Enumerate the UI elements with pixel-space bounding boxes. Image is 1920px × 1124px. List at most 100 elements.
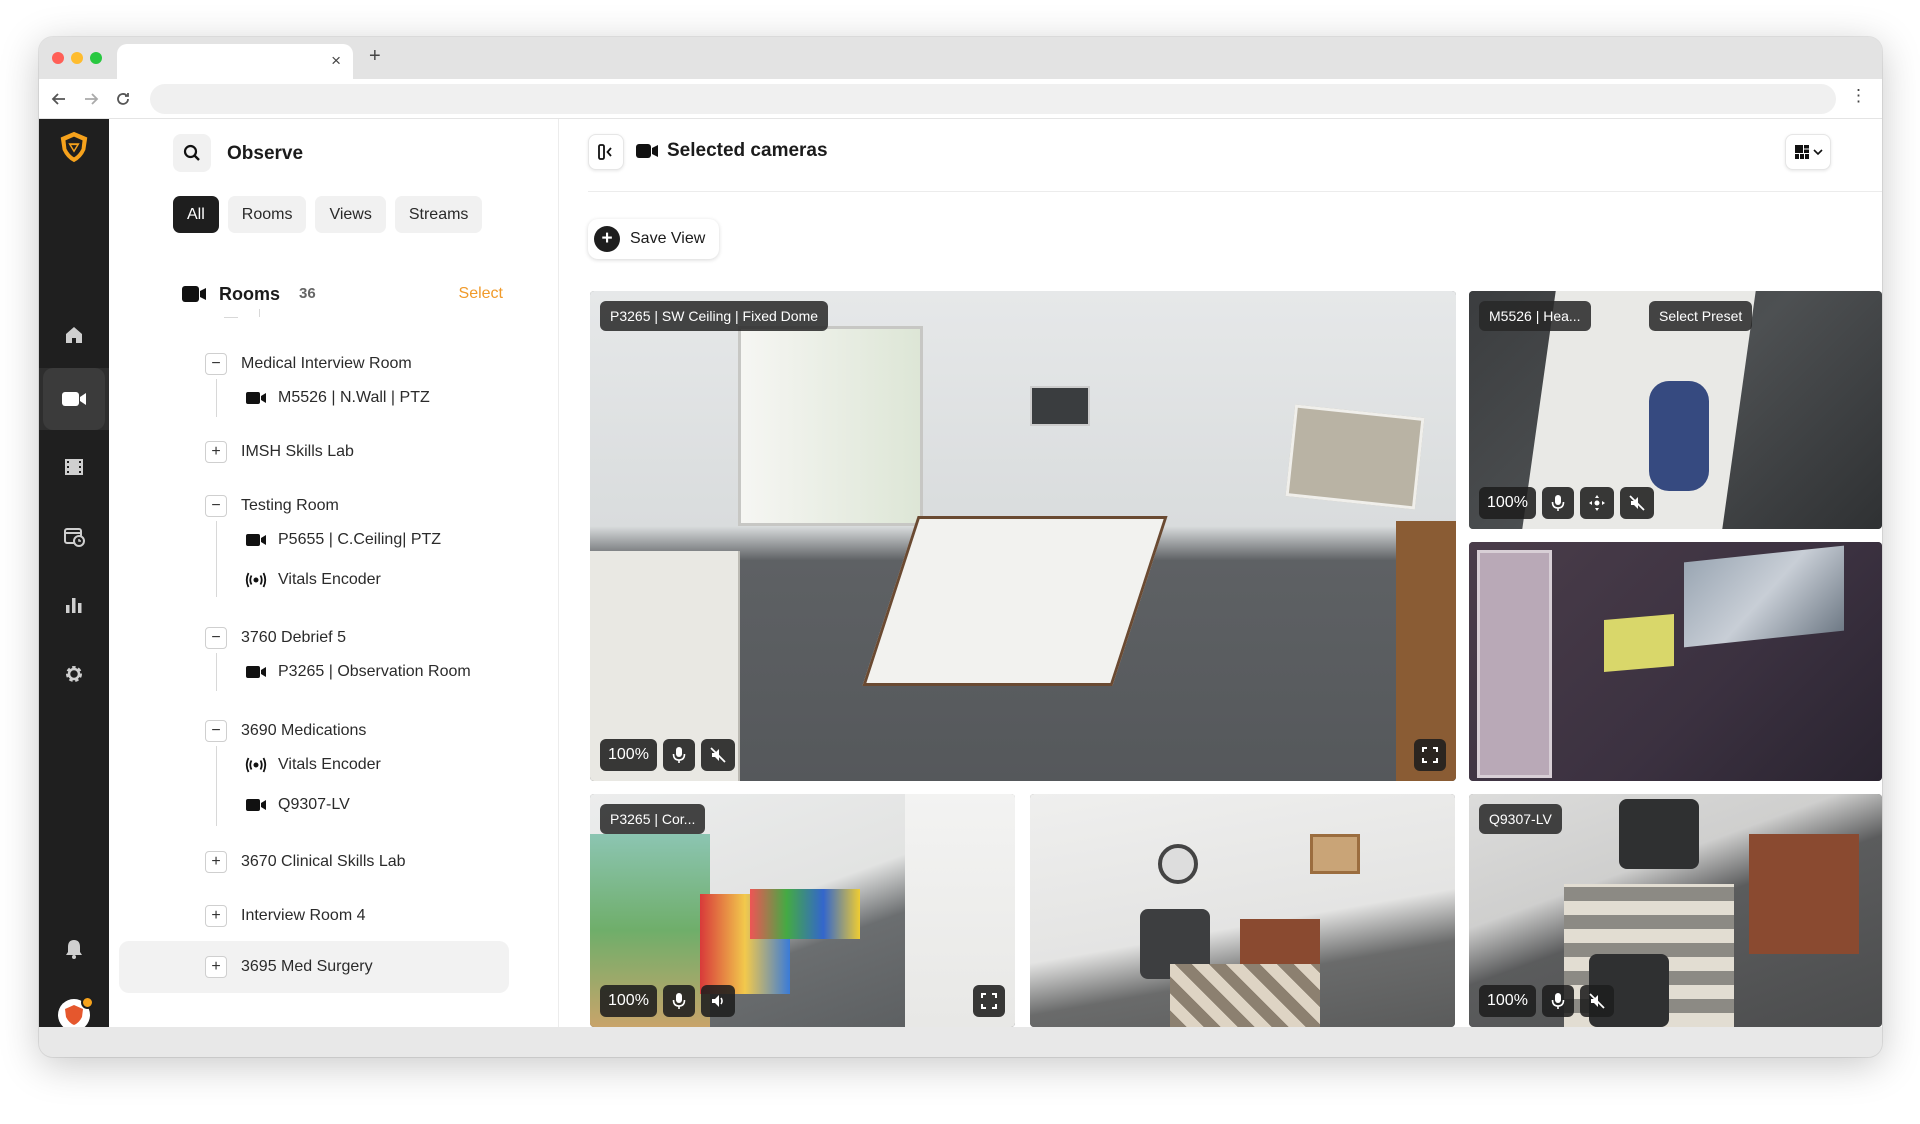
zoom-level[interactable]: 100% <box>1479 487 1536 519</box>
ptz-move-icon[interactable] <box>1579 487 1614 519</box>
rooms-count: 36 <box>299 285 316 302</box>
rooms-label: Rooms <box>219 284 281 304</box>
expand-toggle[interactable]: + <box>205 905 227 927</box>
encoder-label: Vitals Encoder <box>278 571 381 588</box>
speaker-muted-icon[interactable] <box>1619 487 1654 519</box>
camera-icon[interactable] <box>39 368 109 430</box>
camera-tile[interactable]: P3265 | Cor... 100% <box>590 794 1015 1027</box>
new-tab-button[interactable]: + <box>369 45 381 68</box>
wall-display <box>1684 545 1844 648</box>
filter-rooms[interactable]: Rooms <box>227 196 307 233</box>
mic-icon[interactable] <box>662 739 695 771</box>
mic-icon[interactable] <box>1541 487 1574 519</box>
browser-menu-icon[interactable]: ⋮ <box>1850 86 1867 106</box>
camera-label-tag: Q9307-LV <box>1479 804 1562 834</box>
toggle-sidebar-button[interactable] <box>588 134 624 170</box>
camera-tile[interactable]: M5526 | Hea... Select Preset 100% <box>1469 291 1882 529</box>
camera-icon <box>636 144 658 158</box>
url-field[interactable] <box>150 84 1836 114</box>
tree-camera[interactable]: P3265 | Observation Room <box>245 657 471 687</box>
filter-views[interactable]: Views <box>315 196 386 233</box>
tree-camera[interactable]: P5655 | C.Ceiling| PTZ <box>245 525 441 555</box>
room-label: Medical Interview Room <box>241 355 412 372</box>
search-button[interactable] <box>173 134 211 172</box>
calendar-icon[interactable] <box>56 518 92 554</box>
layout-selector[interactable] <box>1785 134 1831 170</box>
home-icon[interactable] <box>56 317 92 353</box>
select-preset-button[interactable]: Select Preset <box>1649 301 1753 331</box>
collapse-toggle[interactable]: − <box>205 627 227 649</box>
mic-icon[interactable] <box>1541 985 1574 1017</box>
expand-toggle[interactable]: + <box>205 441 227 463</box>
page-title: Observe <box>227 143 304 164</box>
chart-icon[interactable] <box>56 587 92 623</box>
observe-sidebar: Observe All Rooms Views Streams Rooms 36… <box>109 119 559 1027</box>
bell-icon[interactable] <box>56 931 92 967</box>
camera-tile[interactable] <box>1030 794 1455 1027</box>
fullscreen-icon[interactable] <box>1414 739 1446 771</box>
tree-room[interactable]: − 3760 Debrief 5 <box>205 623 346 653</box>
speaker-muted-icon[interactable] <box>700 739 735 771</box>
main-area: Selected cameras + Save View P3265 | SW … <box>559 119 1882 1027</box>
filter-streams[interactable]: Streams <box>394 196 483 233</box>
mic-icon[interactable] <box>662 985 695 1017</box>
wall-clock <box>1158 844 1198 884</box>
forward-icon[interactable] <box>83 91 99 107</box>
expand-toggle[interactable]: + <box>205 851 227 873</box>
expand-toggle[interactable]: + <box>205 956 227 978</box>
camera-label-tag: P3265 | Cor... <box>600 804 706 834</box>
filter-all[interactable]: All <box>173 196 219 233</box>
nav-rail <box>39 119 109 1027</box>
tree-camera[interactable]: Q9307-LV <box>245 790 350 820</box>
collapse-toggle[interactable]: − <box>205 353 227 375</box>
speaker-muted-icon[interactable] <box>1579 985 1614 1017</box>
tree-camera[interactable]: M5526 | N.Wall | PTZ <box>245 383 430 413</box>
tree-guide <box>216 521 217 597</box>
zoom-level[interactable]: 100% <box>1479 985 1536 1017</box>
zoom-level[interactable]: 100% <box>600 739 657 771</box>
main-title: Selected cameras <box>667 140 828 161</box>
film-icon[interactable] <box>56 449 92 485</box>
camera-icon <box>246 799 266 811</box>
reload-icon[interactable] <box>115 91 131 107</box>
search-icon <box>183 144 200 161</box>
avatar[interactable] <box>56 996 94 1027</box>
tree-encoder[interactable]: Vitals Encoder <box>245 750 381 780</box>
browser-tab[interactable]: × <box>117 44 353 79</box>
tree-room[interactable]: − 3690 Medications <box>205 716 366 746</box>
gear-icon[interactable] <box>56 656 92 692</box>
tree-room[interactable]: + Interview Room 4 <box>205 901 366 931</box>
wall-monitor <box>1030 386 1090 426</box>
camera-tile[interactable]: Q9307-LV 100% <box>1469 794 1882 1027</box>
back-icon[interactable] <box>51 91 67 107</box>
camera-icon <box>246 534 266 546</box>
tree-room[interactable]: + IMSH Skills Lab <box>205 437 354 467</box>
collapse-toggle[interactable]: − <box>205 720 227 742</box>
camera-tile[interactable]: P3265 | SW Ceiling | Fixed Dome 100% <box>590 291 1456 781</box>
tile-controls: 100% <box>600 739 735 771</box>
tree-room[interactable]: + 3670 Clinical Skills Lab <box>205 847 406 877</box>
logo-icon[interactable] <box>56 129 92 165</box>
camera-label-tag: P3265 | SW Ceiling | Fixed Dome <box>600 301 829 331</box>
tree-encoder[interactable]: Vitals Encoder <box>245 565 381 595</box>
tab-close-icon[interactable]: × <box>331 51 341 71</box>
tree-room-highlighted[interactable]: + 3695 Med Surgery <box>119 941 509 993</box>
collapse-toggle[interactable]: − <box>205 495 227 517</box>
minimize-window-button[interactable] <box>71 52 83 64</box>
close-window-button[interactable] <box>52 52 64 64</box>
rooms-tree: − Medical Interview Room M5526 | N.Wall … <box>109 309 558 1027</box>
zoom-level[interactable]: 100% <box>600 985 657 1017</box>
plus-icon: + <box>594 226 620 252</box>
camera-tile[interactable] <box>1469 542 1882 781</box>
speaker-icon[interactable] <box>700 985 735 1017</box>
maximize-window-button[interactable] <box>90 52 102 64</box>
manikin <box>1649 381 1709 491</box>
save-view-button[interactable]: + Save View <box>588 219 720 259</box>
room-label: Interview Room 4 <box>241 907 366 924</box>
fullscreen-icon[interactable] <box>973 985 1005 1017</box>
browser-tabbar: × + <box>39 37 1882 79</box>
select-link[interactable]: Select <box>459 285 503 303</box>
desk <box>1749 834 1859 954</box>
tree-room[interactable]: − Testing Room <box>205 491 339 521</box>
tree-room[interactable]: − Medical Interview Room <box>205 349 412 379</box>
